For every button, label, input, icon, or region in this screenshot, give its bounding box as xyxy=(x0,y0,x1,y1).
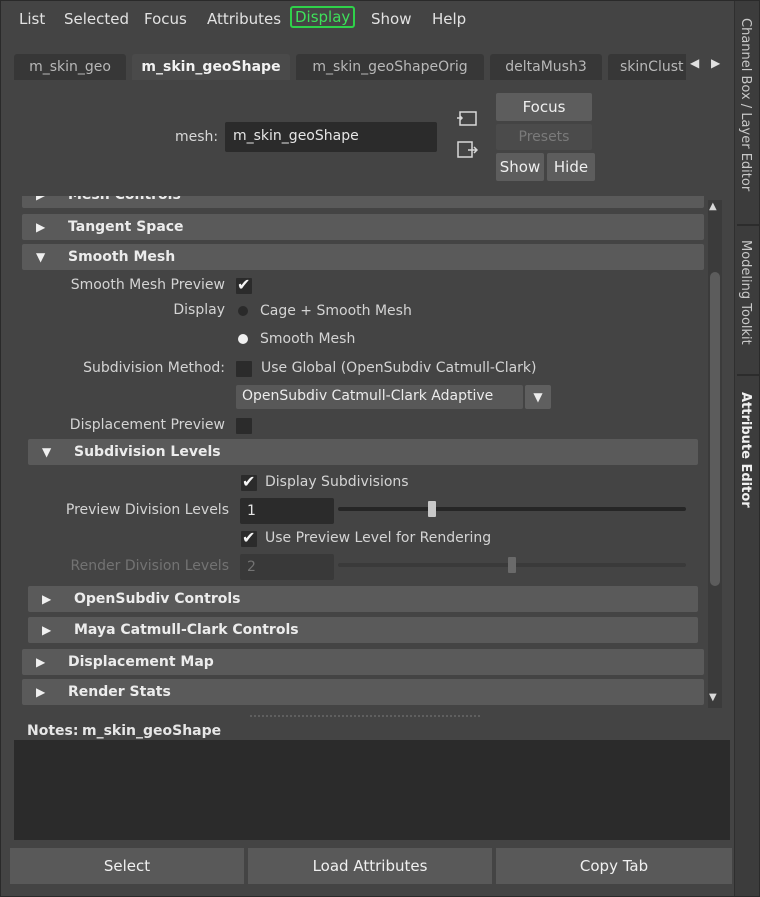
collapsed-arrow-icon: ▶ xyxy=(36,685,46,699)
section-label: Render Stats xyxy=(68,684,171,700)
section-tangent-space[interactable]: ▶ Tangent Space xyxy=(22,214,704,240)
tab-attribute-editor[interactable]: Attribute Editor xyxy=(738,392,753,508)
tab-m-skin-geo[interactable]: m_skin_geo xyxy=(14,54,126,80)
display-subdivisions-label: Display Subdivisions xyxy=(265,474,409,490)
section-label: OpenSubdiv Controls xyxy=(74,591,241,607)
show-button[interactable]: Show xyxy=(496,153,544,181)
subdivision-method-label: Subdivision Method: xyxy=(83,360,225,376)
notes-target: m_skin_geoShape xyxy=(82,723,222,739)
use-global-checkbox[interactable] xyxy=(236,361,252,377)
menu-help[interactable]: Help xyxy=(432,10,466,28)
subdivision-method-value: OpenSubdiv Catmull-Clark Adaptive xyxy=(242,388,494,404)
display-label: Display xyxy=(173,302,225,318)
section-mesh-controls[interactable]: ▶ Mesh Controls xyxy=(22,196,704,208)
scroll-up-icon[interactable]: ▲ xyxy=(709,201,717,212)
radio-smooth-mesh-label: Smooth Mesh xyxy=(260,331,356,347)
menu-attributes[interactable]: Attributes xyxy=(207,10,281,28)
section-label: Smooth Mesh xyxy=(68,249,176,265)
use-preview-level-label: Use Preview Level for Rendering xyxy=(265,530,492,546)
radio-smooth-mesh[interactable] xyxy=(238,334,248,344)
section-label: Subdivision Levels xyxy=(74,444,221,460)
menu-show[interactable]: Show xyxy=(371,10,411,28)
collapsed-arrow-icon: ▶ xyxy=(36,220,46,234)
tab-scroll-left-icon[interactable]: ◀ xyxy=(690,56,699,70)
attribute-scroll-panel: ▶ Mesh Controls ▶ Tangent Space ▼ Smooth… xyxy=(20,196,724,708)
notes-label: Notes: xyxy=(27,723,79,739)
section-label: Maya Catmull-Clark Controls xyxy=(74,622,299,638)
preview-division-levels-label: Preview Division Levels xyxy=(65,502,229,518)
section-smooth-mesh[interactable]: ▼ Smooth Mesh xyxy=(22,244,704,270)
radio-cage-smooth-mesh[interactable] xyxy=(238,306,248,316)
tab-deltamush3[interactable]: deltaMush3 xyxy=(490,54,602,80)
expanded-arrow-icon: ▼ xyxy=(42,445,52,459)
copy-tab-button[interactable]: Copy Tab xyxy=(496,848,732,884)
node-tab-bar: m_skin_geo m_skin_geoShape m_skin_geoSha… xyxy=(14,54,686,80)
select-node-icon[interactable] xyxy=(456,110,478,128)
preview-division-slider[interactable] xyxy=(338,507,686,511)
radio-cage-smooth-mesh-label: Cage + Smooth Mesh xyxy=(260,303,412,319)
use-preview-level-checkbox[interactable]: ✔ xyxy=(241,528,257,547)
preview-division-levels-value: 1 xyxy=(247,503,256,519)
smooth-mesh-preview-label: Smooth Mesh Preview xyxy=(70,277,225,293)
render-division-levels-label: Render Division Levels xyxy=(70,558,229,574)
preview-division-levels-field[interactable]: 1 xyxy=(240,498,334,524)
tab-modeling-toolkit[interactable]: Modeling Toolkit xyxy=(738,240,753,345)
focus-button[interactable]: Focus xyxy=(496,93,592,121)
collapsed-arrow-icon: ▶ xyxy=(42,623,52,637)
mesh-name-field[interactable]: m_skin_geoShape xyxy=(225,122,437,152)
select-button[interactable]: Select xyxy=(10,848,244,884)
go-to-output-icon[interactable] xyxy=(456,140,479,160)
display-subdivisions-checkbox[interactable]: ✔ xyxy=(241,472,257,491)
menu-selected[interactable]: Selected xyxy=(64,10,129,28)
preview-division-slider-handle[interactable] xyxy=(427,501,436,517)
mesh-label: mesh: xyxy=(175,129,219,145)
menu-list[interactable]: List xyxy=(19,10,45,28)
tab-skincluster[interactable]: skinClust xyxy=(608,54,686,80)
notes-resize-handle[interactable] xyxy=(250,715,480,719)
notes-textarea[interactable] xyxy=(14,740,730,840)
render-division-levels-field: 2 xyxy=(240,554,334,580)
collapsed-arrow-icon: ▶ xyxy=(42,592,52,606)
displacement-preview-checkbox[interactable] xyxy=(236,418,252,434)
menu-focus[interactable]: Focus xyxy=(144,10,187,28)
section-maya-catmull-clark-controls[interactable]: ▶ Maya Catmull-Clark Controls xyxy=(28,617,698,643)
tab-m-skin-geoshape[interactable]: m_skin_geoShape xyxy=(132,54,290,80)
load-attributes-button[interactable]: Load Attributes xyxy=(248,848,492,884)
side-divider xyxy=(737,374,759,376)
section-label: Mesh Controls xyxy=(68,196,181,208)
checkmark-icon: ✔ xyxy=(242,528,256,547)
displacement-preview-label: Displacement Preview xyxy=(69,417,225,433)
presets-button[interactable]: Presets xyxy=(496,124,592,150)
section-label: Displacement Map xyxy=(68,654,214,670)
use-global-label: Use Global (OpenSubdiv Catmull-Clark) xyxy=(261,360,537,376)
scroll-down-icon[interactable]: ▼ xyxy=(709,692,717,703)
section-label: Tangent Space xyxy=(68,219,184,235)
menu-display[interactable]: Display xyxy=(290,6,356,28)
section-render-stats[interactable]: ▶ Render Stats xyxy=(22,679,704,705)
collapsed-arrow-icon: ▶ xyxy=(36,196,45,208)
section-subdivision-levels[interactable]: ▼ Subdivision Levels xyxy=(28,439,698,465)
subdivision-method-dropdown[interactable]: OpenSubdiv Catmull-Clark Adaptive xyxy=(236,385,523,409)
checkmark-icon: ✔ xyxy=(237,275,251,294)
chevron-down-icon[interactable]: ▼ xyxy=(525,385,551,409)
side-divider xyxy=(737,224,759,226)
checkmark-icon: ✔ xyxy=(242,472,256,491)
scrollbar-thumb[interactable] xyxy=(710,272,720,586)
tab-m-skin-geoshapeorig[interactable]: m_skin_geoShapeOrig xyxy=(296,54,484,80)
expanded-arrow-icon: ▼ xyxy=(36,250,46,264)
section-displacement-map[interactable]: ▶ Displacement Map xyxy=(22,649,704,675)
tab-scroll-right-icon[interactable]: ▶ xyxy=(711,56,720,70)
hide-button[interactable]: Hide xyxy=(547,153,595,181)
smooth-mesh-preview-checkbox[interactable]: ✔ xyxy=(236,275,252,294)
render-division-levels-value: 2 xyxy=(247,559,256,575)
mesh-name-value: m_skin_geoShape xyxy=(233,128,359,144)
collapsed-arrow-icon: ▶ xyxy=(36,655,46,669)
section-opensubdiv-controls[interactable]: ▶ OpenSubdiv Controls xyxy=(28,586,698,612)
tab-channel-box-layer-editor[interactable]: Channel Box / Layer Editor xyxy=(738,18,753,191)
render-division-slider-handle xyxy=(508,557,516,573)
